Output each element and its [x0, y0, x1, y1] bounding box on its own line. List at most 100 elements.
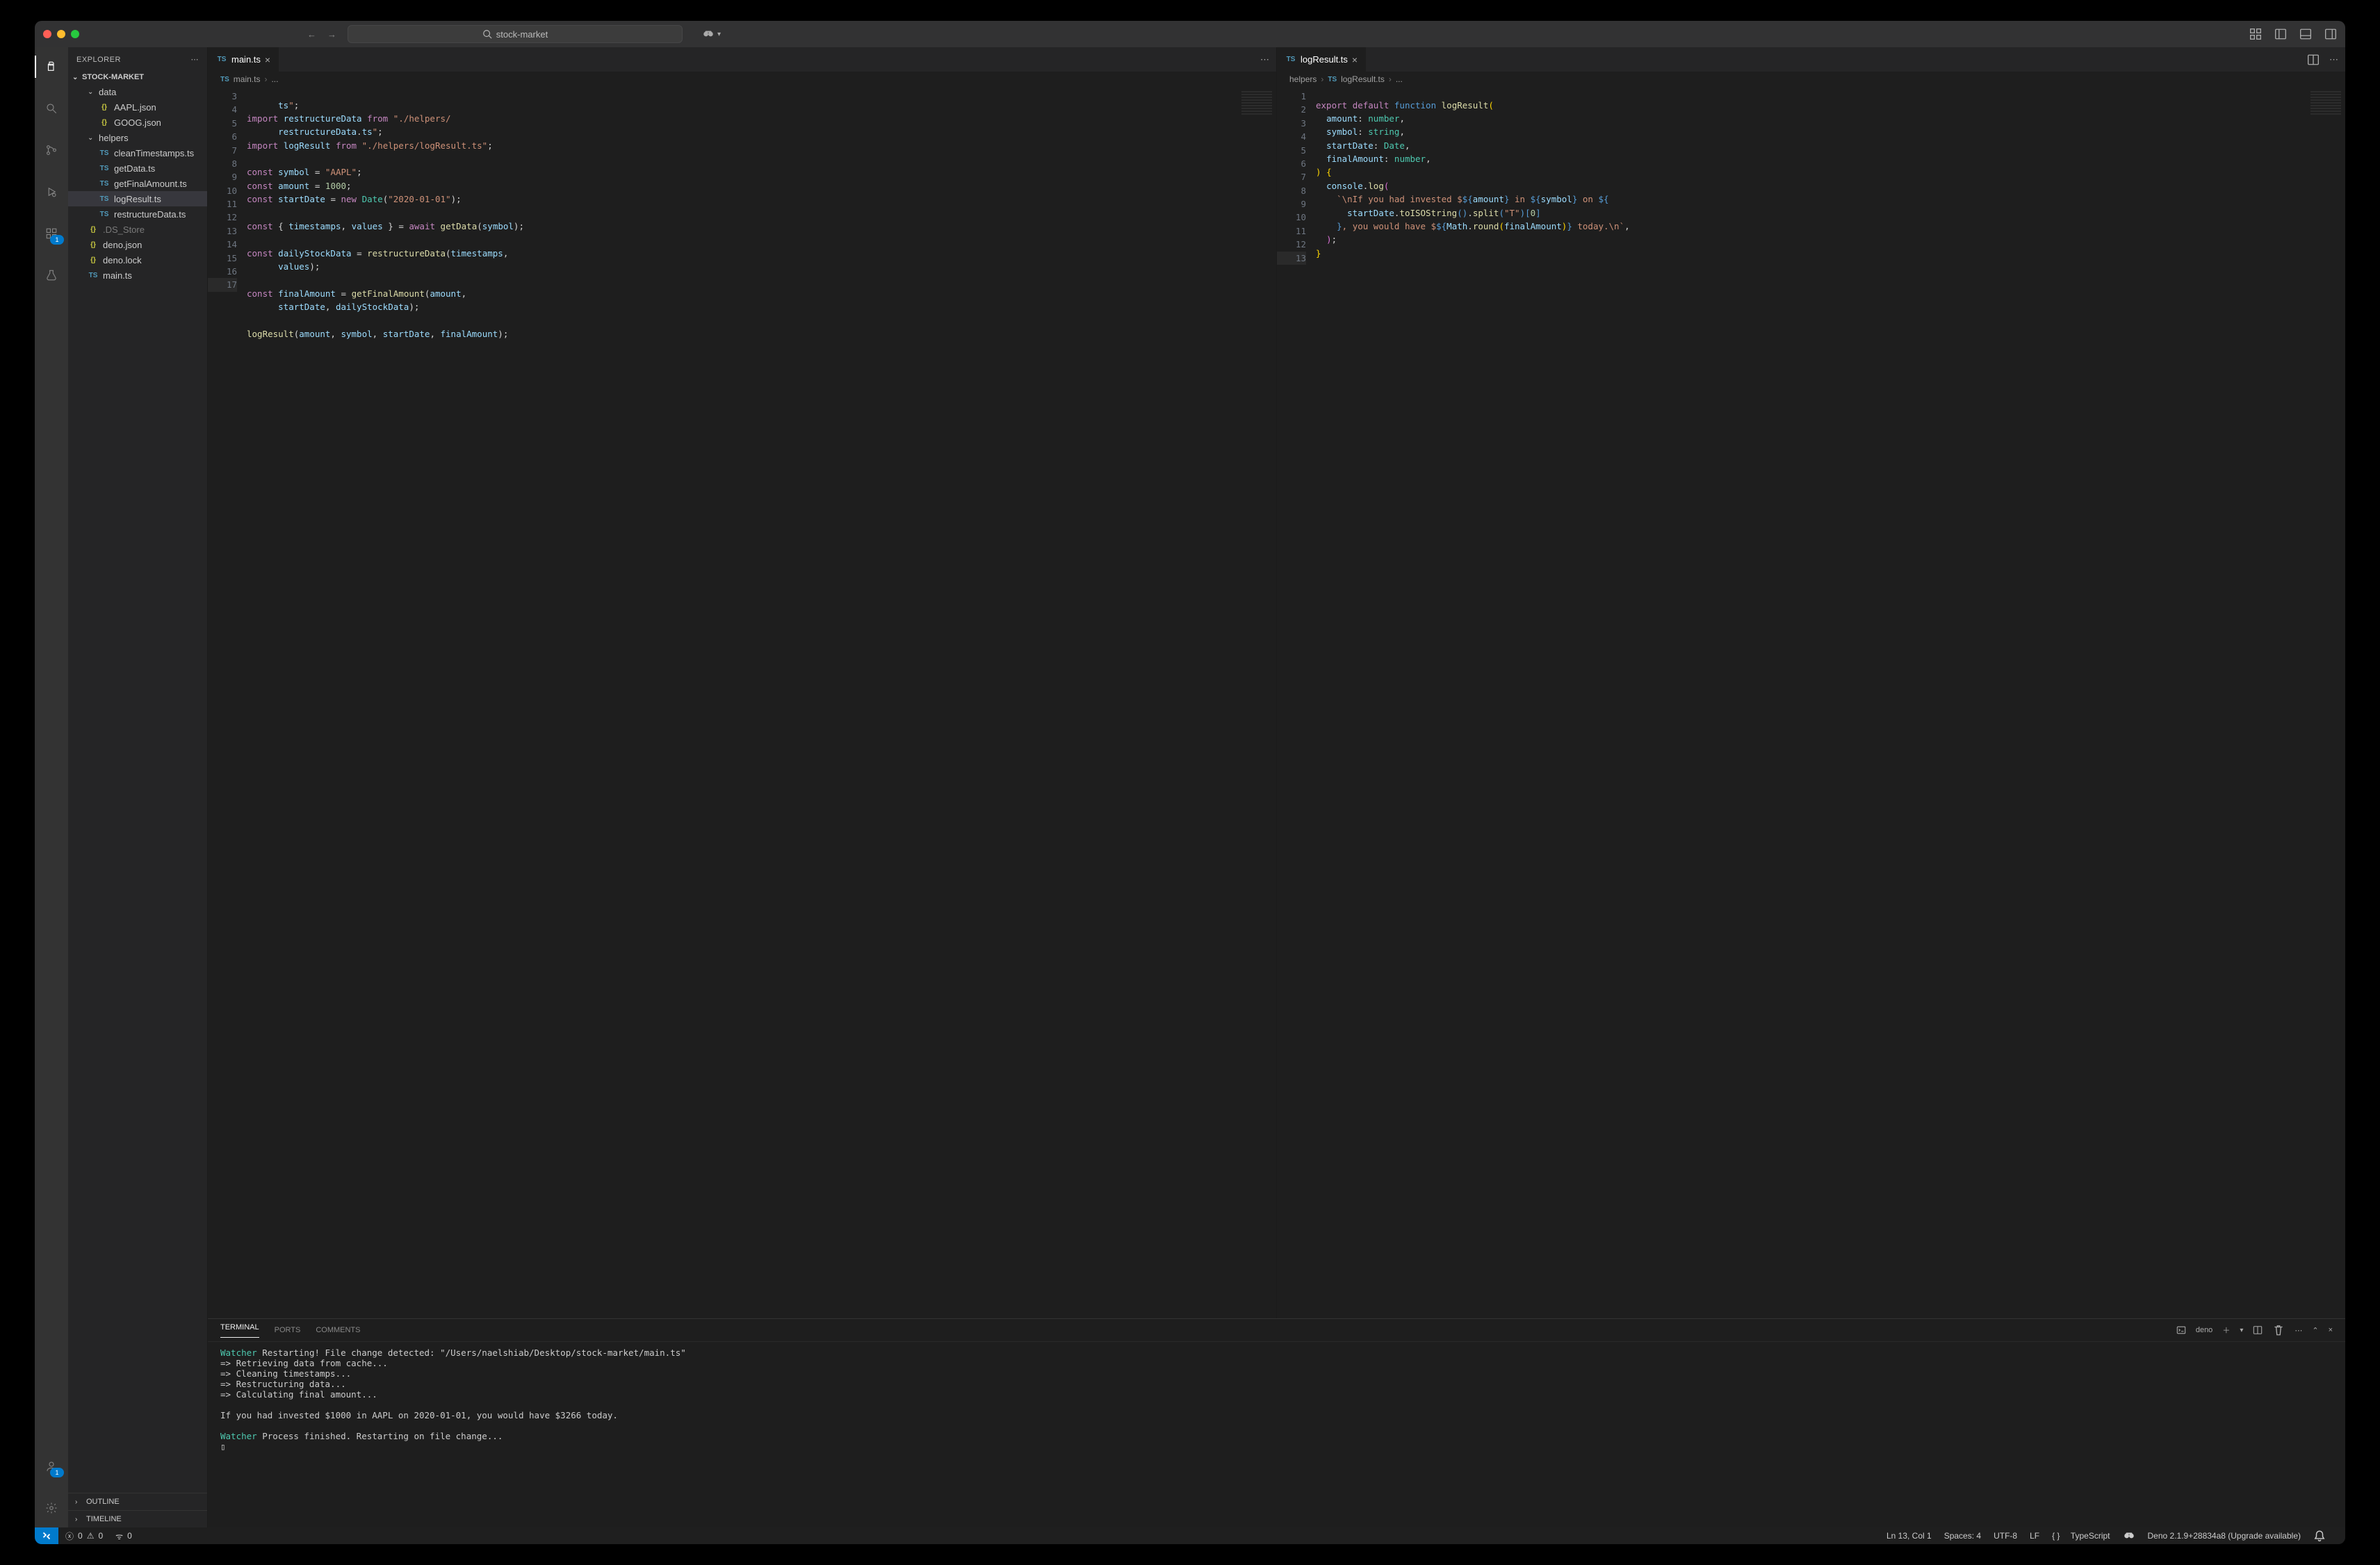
- ports-indicator[interactable]: ᯤ0: [115, 1530, 132, 1542]
- settings-gear-icon[interactable]: [35, 1494, 68, 1522]
- json-file-icon: {}: [99, 119, 110, 126]
- file-deno-lock[interactable]: {}deno.lock: [68, 252, 207, 268]
- editor-group-right: TS logResult.ts × ⋯ helpers › TS: [1277, 47, 2345, 1318]
- split-terminal-icon[interactable]: [2253, 1325, 2263, 1335]
- accounts-icon[interactable]: 1: [35, 1452, 68, 1480]
- source-control-icon[interactable]: [35, 136, 68, 164]
- ts-file-icon: TS: [99, 149, 110, 157]
- close-panel-icon[interactable]: ×: [2329, 1326, 2333, 1334]
- customize-layout-icon[interactable]: [2249, 28, 2262, 40]
- terminal-profile-icon[interactable]: [2176, 1325, 2186, 1335]
- search-icon: [482, 29, 492, 39]
- file-getfinalamount-ts[interactable]: TSgetFinalAmount.ts: [68, 176, 207, 191]
- code-editor-right[interactable]: 12345678910111213 export default functio…: [1277, 87, 2345, 1318]
- copilot-status-icon[interactable]: [2123, 1530, 2135, 1542]
- workspace-folder-header[interactable]: ⌄ STOCK-MARKET: [68, 72, 207, 83]
- problems-indicator[interactable]: ⓧ0 ⚠0: [65, 1530, 103, 1542]
- layout-controls: [2249, 28, 2337, 40]
- toggle-panel-icon[interactable]: [2299, 28, 2312, 40]
- terminal-dropdown-icon[interactable]: ▾: [2240, 1327, 2243, 1334]
- minimize-window-button[interactable]: [57, 30, 65, 38]
- search-view-icon[interactable]: [35, 95, 68, 122]
- file-logresult-ts[interactable]: TSlogResult.ts: [68, 191, 207, 206]
- nav-history: ← →: [307, 29, 336, 40]
- line-gutter: 12345678910111213: [1277, 87, 1313, 1318]
- file-cleantimestamps-ts[interactable]: TScleanTimestamps.ts: [68, 145, 207, 161]
- timeline-section[interactable]: ›TIMELINE: [68, 1510, 207, 1527]
- file--ds-store[interactable]: {}.DS_Store: [68, 222, 207, 237]
- close-window-button[interactable]: [43, 30, 51, 38]
- minimap[interactable]: [2306, 87, 2345, 1318]
- file-tree: ⌄ data {}AAPL.json{}GOOG.json ⌄ helpers …: [68, 83, 207, 1493]
- split-editor-icon[interactable]: [2307, 54, 2320, 66]
- window-controls: [43, 30, 79, 38]
- minimap[interactable]: [1237, 87, 1276, 1318]
- tab-main-ts[interactable]: TS main.ts ×: [208, 47, 279, 72]
- kill-terminal-icon[interactable]: [2272, 1324, 2285, 1336]
- line-gutter: 3 456789101112 1314 151617: [208, 87, 244, 1318]
- maximize-panel-icon[interactable]: ⌃: [2312, 1326, 2318, 1335]
- tab-logresult-ts[interactable]: TS logResult.ts ×: [1277, 47, 1367, 72]
- ts-file-icon: TS: [216, 56, 227, 63]
- eol-status[interactable]: LF: [2030, 1531, 2039, 1541]
- bottom-panel: TERMINAL PORTS COMMENTS deno ＋ ▾ ⋯ ⌃ ×: [208, 1318, 2345, 1527]
- language-mode[interactable]: { } TypeScript: [2052, 1531, 2110, 1541]
- folder-data[interactable]: ⌄ data: [68, 84, 207, 99]
- file-deno-json[interactable]: {}deno.json: [68, 237, 207, 252]
- close-tab-icon[interactable]: ×: [1352, 54, 1358, 65]
- extensions-icon[interactable]: 1: [35, 220, 68, 247]
- tabbar-right: TS logResult.ts × ⋯: [1277, 47, 2345, 72]
- outline-section[interactable]: ›OUTLINE: [68, 1493, 207, 1510]
- close-tab-icon[interactable]: ×: [265, 54, 270, 65]
- ts-file-icon: TS: [99, 195, 110, 203]
- editor-more-icon[interactable]: ⋯: [2329, 54, 2338, 65]
- breadcrumbs-left[interactable]: TS main.ts ›...: [208, 72, 1276, 87]
- search-text: stock-market: [496, 29, 548, 40]
- file-getdata-ts[interactable]: TSgetData.ts: [68, 161, 207, 176]
- remote-indicator[interactable]: [35, 1527, 58, 1544]
- run-debug-icon[interactable]: [35, 178, 68, 206]
- file-restructuredata-ts[interactable]: TSrestructureData.ts: [68, 206, 207, 222]
- breadcrumbs-right[interactable]: helpers › TS logResult.ts ›...: [1277, 72, 2345, 87]
- file-aapl-json[interactable]: {}AAPL.json: [68, 99, 207, 115]
- encoding-status[interactable]: UTF-8: [1994, 1531, 2017, 1541]
- cursor-position[interactable]: Ln 13, Col 1: [1886, 1531, 1932, 1541]
- json-file-icon: {}: [88, 226, 99, 233]
- toggle-secondary-sidebar-icon[interactable]: [2324, 28, 2337, 40]
- ts-file-icon: TS: [88, 272, 99, 279]
- json-file-icon: {}: [99, 104, 110, 111]
- ts-file-icon: TS: [99, 180, 110, 188]
- file-main-ts[interactable]: TSmain.ts: [68, 268, 207, 283]
- nav-forward-button[interactable]: →: [327, 29, 336, 40]
- explorer-icon[interactable]: [35, 53, 68, 81]
- new-terminal-icon[interactable]: ＋: [2222, 1325, 2230, 1336]
- terminal-output[interactable]: Watcher Restarting! File change detected…: [208, 1342, 2345, 1527]
- folder-helpers[interactable]: ⌄ helpers: [68, 130, 207, 145]
- terminal-kind-label[interactable]: deno: [2196, 1326, 2212, 1334]
- indentation-status[interactable]: Spaces: 4: [1944, 1531, 1981, 1541]
- code-editor-left[interactable]: 3 456789101112 1314 151617 ts"; import r…: [208, 87, 1276, 1318]
- file-goog-json[interactable]: {}GOOG.json: [68, 115, 207, 130]
- panel-tab-ports[interactable]: PORTS: [275, 1326, 301, 1334]
- json-file-icon: {}: [88, 256, 99, 264]
- code-content[interactable]: export default function logResult( amoun…: [1313, 96, 2306, 1310]
- testing-icon[interactable]: [35, 261, 68, 289]
- sidebar-more-icon[interactable]: ⋯: [191, 55, 199, 64]
- panel-tab-comments[interactable]: COMMENTS: [316, 1326, 360, 1334]
- sidebar-header: EXPLORER ⋯: [68, 47, 207, 72]
- toggle-sidebar-icon[interactable]: [2274, 28, 2287, 40]
- warning-icon: ⚠: [87, 1531, 95, 1541]
- panel-tab-terminal[interactable]: TERMINAL: [220, 1323, 259, 1338]
- command-center-search[interactable]: stock-market: [348, 25, 683, 43]
- editor-more-icon[interactable]: ⋯: [1260, 54, 1269, 65]
- ts-file-icon: TS: [99, 211, 110, 218]
- code-content[interactable]: ts"; import restructureData from "./help…: [244, 96, 1237, 1310]
- copilot-indicator[interactable]: ▾: [702, 28, 721, 40]
- notifications-bell-icon[interactable]: [2313, 1530, 2326, 1542]
- maximize-window-button[interactable]: [71, 30, 79, 38]
- error-icon: ⓧ: [65, 1530, 74, 1542]
- panel-more-icon[interactable]: ⋯: [2295, 1326, 2302, 1335]
- accounts-badge: 1: [50, 1468, 64, 1477]
- nav-back-button[interactable]: ←: [307, 29, 316, 40]
- deno-status[interactable]: Deno 2.1.9+28834a8 (Upgrade available): [2148, 1531, 2301, 1541]
